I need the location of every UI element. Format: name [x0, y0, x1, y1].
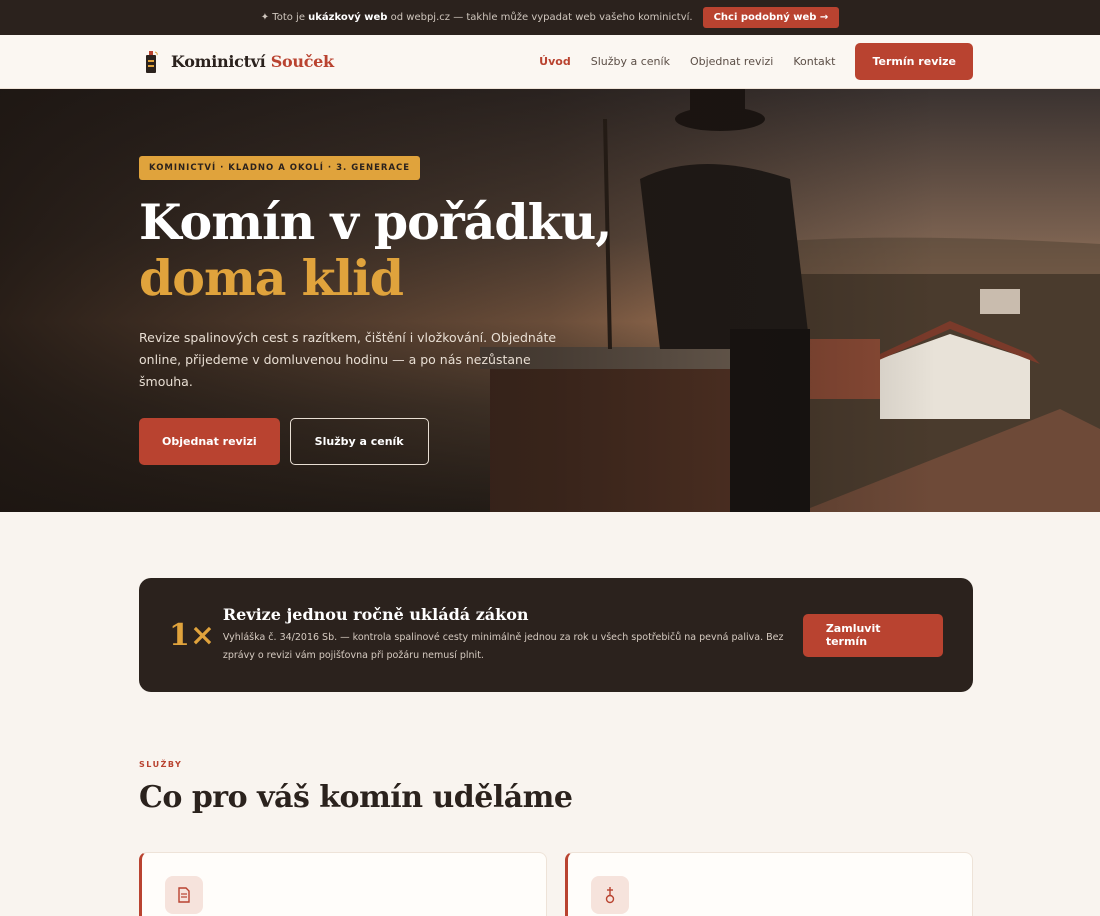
hero-content: KOMINICTVÍ · KLADNO A OKOLÍ · 3. GENERAC… — [139, 155, 659, 465]
services-kicker: SLUŽBY — [139, 760, 183, 769]
notice-number: 1× — [169, 617, 216, 653]
promo-bar: ✦ Toto je ukázkový web od webpj.cz — tak… — [0, 0, 1100, 35]
notice-text: Revize jednou ročně ukládá zákon Vyhlášk… — [223, 605, 793, 665]
hero-buttons: Objednat revizi Služby a ceník — [139, 418, 659, 465]
logo[interactable]: Kominictví Souček — [145, 50, 334, 73]
nav-item-kontakt[interactable]: Kontakt — [793, 55, 835, 68]
hero-badge: KOMINICTVÍ · KLADNO A OKOLÍ · 3. GENERAC… — [139, 156, 421, 180]
objednat-revizi-button[interactable]: Objednat revizi — [139, 418, 280, 465]
service-card[interactable] — [565, 852, 973, 916]
services-title: Co pro váš komín uděláme — [139, 780, 573, 815]
hero-title: Komín v pořádku, doma klid — [139, 194, 659, 306]
document-icon — [165, 876, 203, 914]
nav-item-uvod[interactable]: Úvod — [539, 55, 571, 68]
nav-item-sluzby[interactable]: Služby a ceník — [591, 55, 670, 68]
hero-section: KOMINICTVÍ · KLADNO A OKOLÍ · 3. GENERAC… — [0, 89, 1100, 512]
promo-button[interactable]: Chci podobný web → — [702, 7, 840, 28]
nav-item-objednat[interactable]: Objednat revizi — [690, 55, 773, 68]
notice-description: Vyhláška č. 34/2016 Sb. — kontrola spali… — [222, 632, 784, 661]
zamluvit-termin-button[interactable]: Zamluvit termín — [802, 613, 943, 657]
promo-text: ✦ Toto je ukázkový web od webpj.cz — tak… — [261, 12, 693, 23]
main-nav: Úvod Služby a ceník Objednat revizi Kont… — [539, 43, 973, 80]
promo-strong: ukázkový web — [308, 12, 388, 23]
brush-icon — [591, 876, 629, 914]
promo-suffix: od webpj.cz — takhle může vypadat web va… — [390, 12, 693, 23]
legal-notice-banner: 1× Revize jednou ročně ukládá zákon Vyhl… — [139, 578, 973, 692]
logo-main: Kominictví — [171, 52, 266, 71]
promo-prefix: ✦ Toto je — [260, 12, 305, 23]
notice-title: Revize jednou ročně ukládá zákon — [222, 605, 529, 624]
sluzby-cenik-button[interactable]: Služby a ceník — [289, 418, 429, 465]
site-header: Kominictví Souček Úvod Služby a ceník Ob… — [0, 35, 1100, 89]
logo-text: Kominictví Souček — [171, 52, 334, 71]
hero-title-line1: Komín v pořádku, — [139, 193, 612, 251]
hero-title-line2: doma klid — [139, 249, 404, 307]
logo-accent: Souček — [270, 52, 334, 71]
hero-subtitle: Revize spalinových cest s razítkem, čišt… — [139, 330, 557, 389]
service-card[interactable] — [139, 852, 547, 916]
chimney-logo-icon — [146, 50, 158, 73]
termin-revize-button[interactable]: Termín revize — [855, 43, 973, 80]
